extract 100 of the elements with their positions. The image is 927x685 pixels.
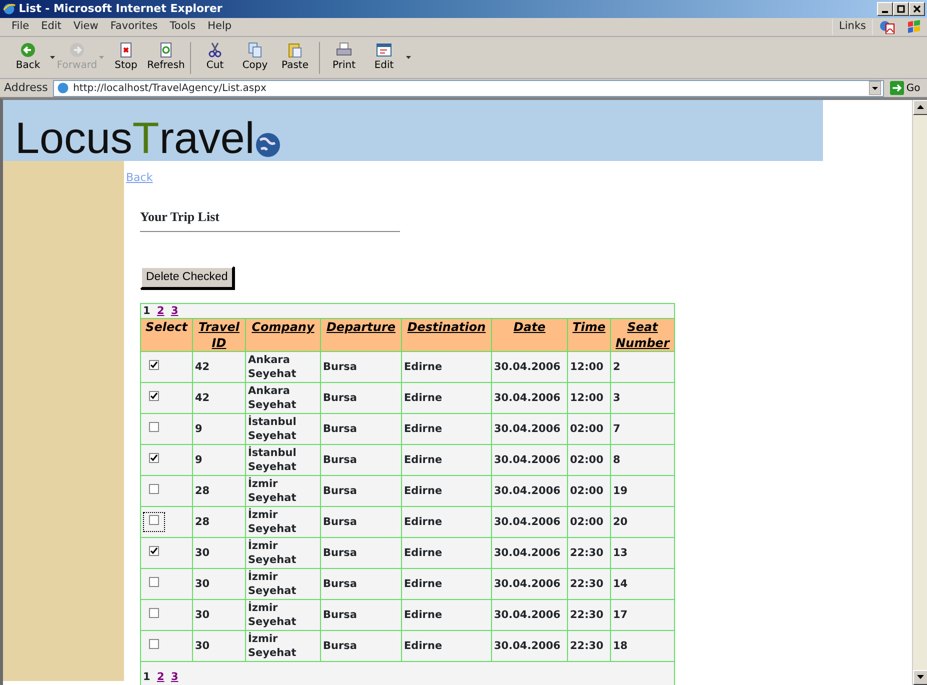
page-link[interactable]: 3 [170,305,178,318]
table-cell: Ankara Seyehat [248,385,296,412]
table-cell: 02:00 [570,516,604,528]
clipboard-icon [287,42,303,58]
checkbox[interactable] [149,422,159,432]
toolbar-button[interactable]: Back [8,40,48,75]
pdf-icon[interactable] [878,20,894,34]
table-cell: 9 [195,454,202,466]
table-cell: 30 [195,547,210,560]
checkbox[interactable] [149,639,159,650]
table-cell: 7 [613,423,620,436]
menu-item[interactable]: View [67,19,104,35]
menu-item[interactable]: Favorites [104,19,164,35]
window-title: List - Microsoft Internet Explorer [18,0,224,17]
stop-icon [118,42,134,58]
table-cell: Bursa [323,516,357,528]
toolbar-button[interactable]: Copy [235,40,275,75]
table-cell: Bursa [323,640,357,652]
toolbar-button[interactable]: Edit [364,40,404,75]
current-page: 1 [143,305,150,318]
table-cell: Bursa [323,578,357,590]
table-cell: 2 [613,361,620,374]
checkbox[interactable] [149,453,159,464]
menu-item[interactable]: Tools [164,19,202,35]
checkbox[interactable] [149,577,159,588]
table-cell: İzmir Seyehat [248,571,296,598]
maximize-button[interactable] [893,2,909,16]
table-cell: 12:00 [570,361,604,374]
menu-item[interactable]: File [6,19,36,35]
refresh-icon [158,42,174,58]
table-cell: 30 [195,578,210,590]
up-arrow-icon [917,105,924,110]
table-cell: Edirne [404,361,442,374]
table-cell: İzmir Seyehat [248,478,296,504]
table-cell: 20 [613,516,628,528]
minimize-button[interactable] [877,2,893,16]
table-cell: Edirne [404,516,442,528]
table-cell: 30.04.2006 [494,547,560,560]
table-cell: Edirne [404,485,442,498]
toolbar-button[interactable]: Paste [275,40,315,75]
table-cell: 22:30 [570,547,604,560]
table-cell: 30.04.2006 [494,640,560,652]
page-link[interactable]: 2 [156,671,164,684]
table-cell: 02:00 [570,423,604,436]
table-cell: 22:30 [570,640,604,652]
table-cell: 12:00 [570,392,604,404]
table-cell: 02:00 [570,485,604,498]
close-icon [913,4,921,13]
table-cell: 30.04.2006 [494,423,560,436]
table-cell: Bursa [323,392,357,404]
table-cell: Bursa [323,547,357,560]
toolbar-button[interactable]: Refresh [146,40,186,75]
table-cell: 9 [195,423,202,436]
toolbar-button[interactable]: Stop [106,40,146,75]
table-cell: 8 [613,454,620,466]
down-arrow-icon [917,675,924,680]
toolbar-button[interactable]: Cut [195,40,235,75]
table-cell: Bursa [323,454,357,466]
current-page: 1 [143,671,150,684]
scroll-up-button[interactable] [913,100,927,115]
dropdown-arrow-icon[interactable] [869,81,882,95]
minimize-icon [882,10,888,13]
table-cell: Ankara Seyehat [248,354,296,380]
checkbox[interactable] [149,391,159,402]
table-cell: 19 [613,485,628,498]
menu-item[interactable]: Edit [35,19,68,35]
table-cell: 18 [613,640,628,652]
maximize-icon [897,4,905,13]
table-cell: Bursa [323,361,357,374]
edit-icon [376,42,392,58]
page-link[interactable]: 2 [156,305,164,318]
table-cell: İstanbul Seyehat [248,416,296,442]
checkbox[interactable] [149,608,159,618]
table-cell: 30.04.2006 [494,516,560,528]
table-cell: Edirne [404,547,442,560]
table-cell: 30.04.2006 [494,454,560,466]
toolbar-button[interactable]: Print [324,40,364,75]
table-cell: Edirne [404,454,442,466]
table-cell: 30.04.2006 [494,485,560,498]
table-cell: 30 [195,640,210,652]
checkbox[interactable] [149,360,159,370]
table-cell: 13 [613,547,628,560]
go-button[interactable]: Go [886,80,923,96]
checkbox[interactable] [149,484,159,494]
table-cell: 28 [195,485,210,498]
scroll-down-button[interactable] [913,670,927,685]
menu-item[interactable]: Help [202,19,238,35]
printer-icon [336,42,352,58]
checkbox[interactable] [149,515,159,526]
table-cell: 02:00 [570,454,604,466]
checkbox[interactable] [149,546,159,556]
table-cell: 30.04.2006 [494,392,560,404]
close-button[interactable] [909,2,925,16]
page-link[interactable]: 3 [170,671,178,684]
address-field[interactable]: http://localhost/TravelAgency/List.aspx [53,80,884,96]
table-cell: Edirne [404,640,442,652]
delete-checked-button[interactable]: Delete Checked [140,266,234,290]
table-cell: Edirne [404,578,442,590]
scrollbar[interactable] [912,100,927,685]
links-button[interactable]: Links [832,19,873,35]
